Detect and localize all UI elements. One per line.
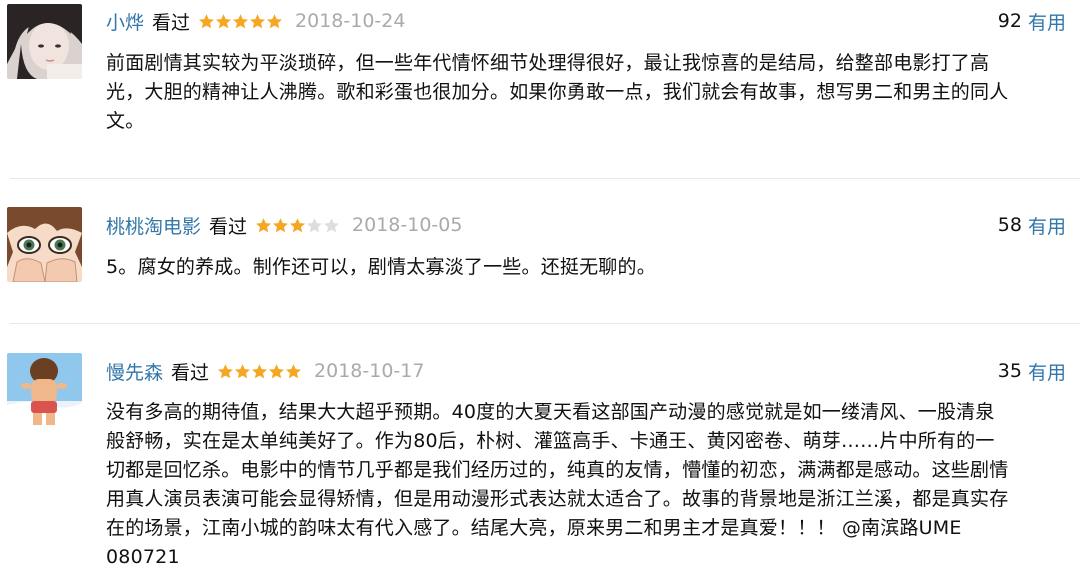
useful-vote[interactable]: 35 有用 (998, 357, 1066, 385)
star-filled-icon (233, 13, 249, 28)
review-header: 慢先森 看过 2018-10-17 (106, 357, 424, 385)
review-text: 前面剧情其实较为平淡琐碎，但一些年代情怀细节处理得很好，最让我惊喜的是结局，给整… (106, 52, 1009, 132)
username-link[interactable]: 慢先森 (106, 358, 163, 385)
rating-stars (198, 13, 283, 30)
review-date: 2018-10-17 (314, 360, 425, 382)
star-empty-icon (324, 217, 340, 232)
useful-count: 58 (997, 214, 1022, 236)
star-filled-icon (269, 363, 285, 378)
divider (10, 178, 1080, 179)
avatar[interactable] (7, 353, 82, 428)
star-filled-icon (273, 217, 289, 232)
star-filled-icon (199, 13, 215, 28)
avatar[interactable] (7, 4, 82, 79)
star-filled-icon (218, 363, 234, 378)
username-link[interactable]: 小烨 (106, 8, 144, 35)
useful-button[interactable]: 有用 (1028, 358, 1066, 385)
useful-button[interactable]: 有用 (1028, 8, 1066, 35)
useful-count: 35 (997, 360, 1022, 382)
star-filled-icon (216, 13, 232, 28)
star-filled-icon (267, 13, 283, 28)
anime-face-avatar-icon (7, 207, 82, 282)
watched-status: 看过 (209, 215, 248, 238)
cartoon-boy-avatar-icon (7, 353, 82, 428)
review-date: 2018-10-05 (352, 214, 463, 236)
star-filled-icon (256, 217, 272, 232)
divider (10, 323, 1080, 324)
watched-status: 看过 (171, 361, 210, 384)
watched-status: 看过 (152, 11, 191, 34)
star-filled-icon (290, 217, 306, 232)
rating-stars (255, 217, 340, 234)
username-link[interactable]: 桃桃淘电影 (106, 212, 201, 239)
rating-stars (217, 363, 302, 380)
star-filled-icon (235, 363, 251, 378)
review-text: 5。腐女的养成。制作还可以，剧情太寡淡了一些。还挺无聊的。 (106, 256, 656, 278)
useful-count: 92 (997, 10, 1022, 32)
useful-vote[interactable]: 58 有用 (998, 211, 1066, 239)
review-date: 2018-10-24 (295, 10, 406, 32)
useful-button[interactable]: 有用 (1028, 212, 1066, 239)
star-filled-icon (252, 363, 268, 378)
review-header: 桃桃淘电影 看过 2018-10-05 (106, 211, 462, 239)
star-empty-icon (307, 217, 323, 232)
review-text: 没有多高的期待值，结果大大超乎预期。40度的大夏天看这部国产动漫的感觉就是如一缕… (106, 401, 1009, 568)
star-filled-icon (250, 13, 266, 28)
review-header: 小烨 看过 2018-10-24 (106, 7, 405, 35)
useful-vote[interactable]: 92 有用 (998, 7, 1066, 35)
avatar[interactable] (7, 207, 82, 282)
star-filled-icon (286, 363, 302, 378)
girl-portrait-avatar-icon (7, 4, 82, 79)
